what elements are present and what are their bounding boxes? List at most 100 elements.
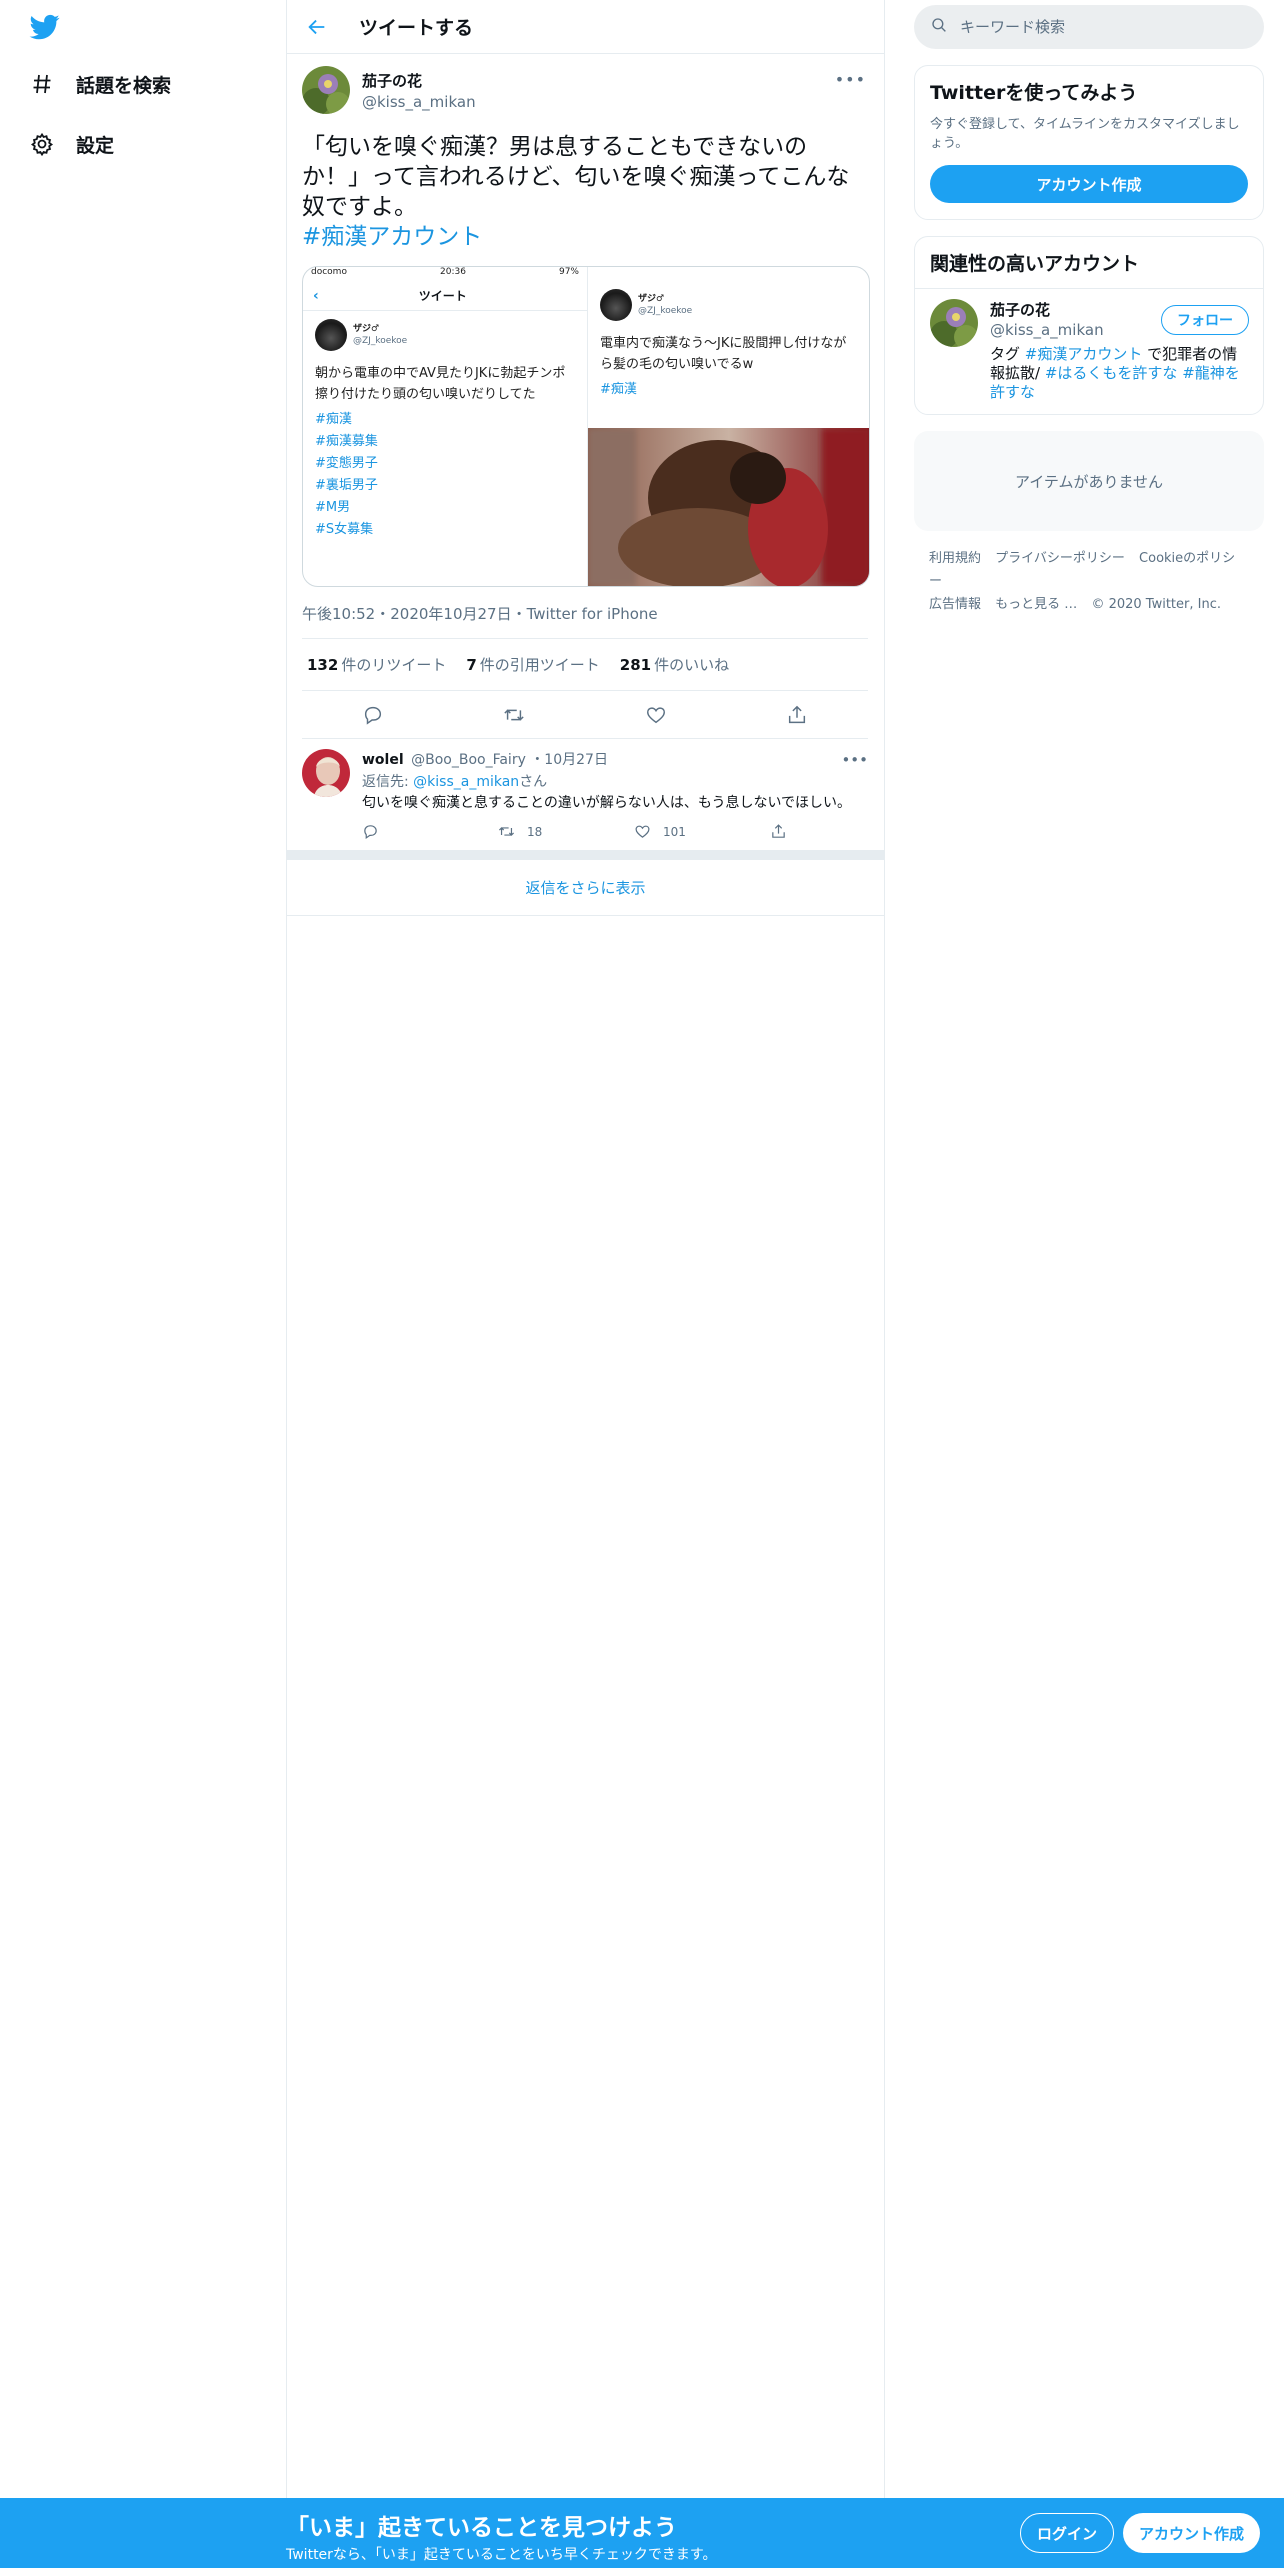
search-bar[interactable] — [914, 5, 1264, 49]
related-title: 関連性の高いアカウント — [915, 237, 1263, 289]
show-more-replies-link[interactable]: 返信をさらに表示 — [287, 860, 884, 916]
mini-header: ‹ ツイート — [303, 281, 587, 311]
header: ツイートする — [287, 0, 884, 54]
related-user[interactable]: 茄子の花 @kiss_a_mikan タグ #痴漢アカウント で犯罪者の情報拡散… — [915, 289, 1263, 414]
page-title: ツイートする — [359, 17, 474, 39]
quote-count[interactable]: 7 件の引用ツイート — [466, 654, 599, 675]
bottom-bar-subtitle: Twitterなら、「いま」起きていることをいち早くチェックできます。 — [286, 2547, 717, 2563]
screenshot-left: docomo 20:36 97% ‹ ツイート ザジ♂ @ZJ_koekoe 朝… — [303, 267, 588, 586]
signup-subtitle: 今すぐ登録して、タイムラインをカスタマイズしましょう。 — [930, 117, 1240, 151]
mini-hashtag: #裏垢男子 — [315, 478, 378, 493]
create-account-button[interactable]: アカウント作成 — [930, 165, 1248, 203]
mini-author-handle: @ZJ_koekoe — [353, 336, 408, 346]
reply-actions: 18 101 — [362, 823, 906, 840]
sidebar-item-explore[interactable]: 話題を検索 — [28, 64, 171, 104]
reply-text: 匂いを嗅ぐ痴漢と息することの違いが解らない人は、もう息しないでほしい。 — [362, 795, 852, 811]
more-options-icon[interactable]: ••• — [841, 751, 868, 769]
follow-button[interactable]: フォロー — [1161, 305, 1249, 335]
twitter-bird-icon[interactable] — [28, 12, 64, 44]
reply-to: 返信先: @kiss_a_mikanさん — [362, 774, 548, 790]
avatar — [315, 319, 347, 351]
gear-icon — [28, 130, 56, 158]
signup-button[interactable]: アカウント作成 — [1123, 2513, 1261, 2553]
retweet-count: 18 — [527, 824, 543, 839]
mini-author-name: ザジ♂ — [353, 324, 380, 334]
footer-link-terms[interactable]: 利用規約 — [929, 551, 981, 566]
retweet-count[interactable]: 132 件のリツイート — [307, 654, 446, 675]
reply-author: wolel @Boo_Boo_Fairy ・10月27日 — [362, 749, 906, 769]
like-icon[interactable] — [638, 697, 674, 733]
share-icon[interactable] — [770, 823, 906, 840]
hashtag-icon — [28, 70, 56, 98]
tweet-media[interactable]: docomo 20:36 97% ‹ ツイート ザジ♂ @ZJ_koekoe 朝… — [302, 266, 870, 587]
sidebar-item-settings[interactable]: 設定 — [28, 124, 114, 164]
avatar[interactable] — [302, 66, 350, 114]
footer-links: 利用規約 プライバシーポリシー Cookieのポリシー 広告情報 もっと見る …… — [914, 547, 1264, 616]
sidebar-item-label: 話題を検索 — [76, 74, 172, 97]
mini-tweet-text: 朝から電車の中でAV見たりJKに勃起チンポ擦り付けたり頭の匂い嗅いだりしてた — [315, 366, 566, 402]
reply-author-name[interactable]: wolel — [362, 752, 404, 768]
trends-empty: アイテムがありません — [914, 431, 1264, 531]
retweet-button[interactable]: 18 — [498, 823, 634, 840]
left-sidebar: 話題を検索 設定 — [0, 0, 286, 2498]
like-button[interactable]: 101 — [634, 823, 770, 840]
reply-icon[interactable] — [362, 823, 498, 840]
retweet-icon[interactable] — [496, 697, 532, 733]
mini-hashtag: #変態男子 — [315, 456, 378, 471]
blurred-photo — [588, 428, 869, 586]
reply-tweet[interactable]: wolel @Boo_Boo_Fairy ・10月27日 返信先: @kiss_… — [287, 739, 884, 851]
main-column: ツイートする 茄子の花 @kiss_a_mikan ••• 「匂いを嗅ぐ痴漢？男… — [286, 0, 885, 2498]
bottom-bar-title: 「いま」起きていることを見つけよう — [286, 2515, 677, 2541]
mini-hashtag: #痴漢募集 — [315, 434, 378, 449]
footer-link-ads[interactable]: 広告情報 — [929, 597, 981, 612]
phone-status-bar: docomo 20:36 97% — [303, 267, 587, 281]
mini-author-handle: @ZJ_koekoe — [638, 306, 693, 316]
bottom-signup-bar: 「いま」起きていることを見つけよう Twitterなら、「いま」起きていることを… — [0, 2498, 1284, 2568]
hashtag-link[interactable]: #はるくもを許すな — [1045, 364, 1178, 382]
more-options-icon[interactable]: ••• — [835, 70, 866, 89]
author-name[interactable]: 茄子の花 — [362, 70, 476, 91]
tweet-timestamp: 午後10:52・2020年10月27日・Twitter for iPhone — [302, 603, 868, 639]
sidebar-item-label: 設定 — [76, 134, 115, 157]
right-sidebar: Twitterを使ってみよう 今すぐ登録して、タイムラインをカスタマイズしましょ… — [914, 0, 1264, 616]
like-icon — [635, 825, 650, 838]
mini-header-title: ツイート — [418, 289, 467, 303]
hashtag-link[interactable]: #痴漢アカウント — [302, 224, 482, 250]
copyright: © 2020 Twitter, Inc. — [1091, 597, 1221, 612]
mini-hashtag: #痴漢 — [600, 382, 637, 397]
footer-link-more[interactable]: もっと見る … — [995, 597, 1077, 612]
mini-hashtag: #痴漢 — [315, 412, 352, 427]
mention-link[interactable]: @kiss_a_mikan — [413, 774, 519, 790]
screenshot-right: ザジ♂ @ZJ_koekoe 電車内で痴漢なう〜JKに股間押し付けながら髪の毛の… — [588, 267, 869, 586]
search-input[interactable] — [960, 18, 1230, 36]
like-count[interactable]: 281 件のいいね — [620, 654, 729, 675]
tweet-author: 茄子の花 @kiss_a_mikan ••• — [302, 66, 868, 114]
signup-title: Twitterを使ってみよう — [930, 82, 1138, 104]
related-user-bio: タグ #痴漢アカウント で犯罪者の情報拡散/ #はるくもを許すな #龍神を許すな — [990, 345, 1240, 401]
author-handle[interactable]: @kiss_a_mikan — [362, 93, 476, 111]
avatar[interactable] — [930, 299, 978, 347]
login-button[interactable]: ログイン — [1020, 2513, 1115, 2553]
like-count: 101 — [663, 824, 686, 839]
reply-author-handle[interactable]: @Boo_Boo_Fairy — [411, 752, 526, 768]
status-time: 20:36 — [440, 267, 466, 277]
chevron-left-icon: ‹ — [313, 287, 319, 304]
share-icon[interactable] — [779, 697, 815, 733]
status-carrier: docomo — [311, 267, 347, 277]
back-arrow-icon[interactable] — [297, 7, 337, 47]
mini-author: ザジ♂ @ZJ_koekoe — [588, 267, 869, 329]
related-accounts-card: 関連性の高いアカウント 茄子の花 @kiss_a_mikan タグ #痴漢アカウ… — [914, 236, 1264, 415]
tweet-body: 「匂いを嗅ぐ痴漢？男は息することもできないのか！」って言われるけど、匂いを嗅ぐ痴… — [302, 134, 850, 220]
retweet-icon — [498, 827, 515, 836]
reply-icon[interactable] — [355, 697, 391, 733]
reply-date[interactable]: ・10月27日 — [530, 752, 608, 768]
focused-tweet: 茄子の花 @kiss_a_mikan ••• 「匂いを嗅ぐ痴漢？男は息することも… — [287, 54, 884, 739]
mini-author: ザジ♂ @ZJ_koekoe — [303, 311, 587, 359]
tweet-stats: 132 件のリツイート 7 件の引用ツイート 281 件のいいね — [302, 639, 868, 691]
avatar — [600, 289, 632, 321]
footer-link-privacy[interactable]: プライバシーポリシー — [995, 551, 1125, 566]
hashtag-link[interactable]: #痴漢アカウント — [1025, 345, 1143, 363]
search-icon — [930, 16, 948, 38]
avatar[interactable] — [302, 749, 350, 797]
divider — [287, 851, 884, 860]
